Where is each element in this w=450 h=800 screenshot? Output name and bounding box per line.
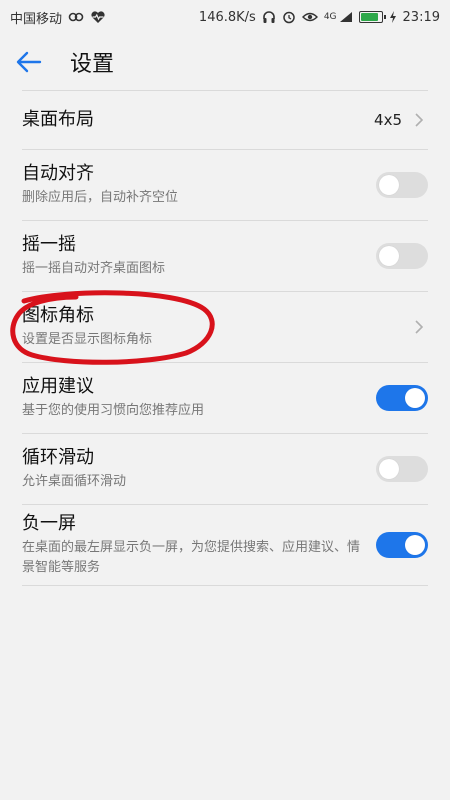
setting-texts: 循环滑动 允许桌面循环滑动: [22, 446, 126, 492]
toggle-knob: [405, 388, 425, 408]
toggle-knob: [379, 459, 399, 479]
setting-subtitle: 允许桌面循环滑动: [22, 474, 127, 489]
auto-align-toggle[interactable]: [376, 172, 428, 198]
setting-texts: 自动对齐 删除应用后，自动补齐空位: [22, 162, 178, 208]
settings-list: 桌面布局 4x5 自动对齐 删除应用后，自动补齐空位 摇一摇 摇一摇自动对齐桌面…: [0, 90, 450, 586]
arrow-left-icon: [16, 51, 42, 73]
battery-icon: [358, 11, 386, 23]
charging-icon: [389, 11, 397, 23]
setting-auto-align[interactable]: 自动对齐 删除应用后，自动补齐空位: [0, 150, 450, 220]
setting-desktop-layout[interactable]: 桌面布局 4x5: [0, 91, 450, 149]
heart-pulse-icon: [90, 10, 106, 24]
status-bar: 中国移动 146.8K/s 4G 23:19: [0, 0, 450, 34]
setting-texts: 摇一摇 摇一摇自动对齐桌面图标: [22, 233, 165, 279]
carrier-label: 中国移动: [10, 11, 63, 27]
network-speed: 146.8K/s: [198, 9, 256, 25]
loop-scroll-toggle[interactable]: [376, 456, 428, 482]
app-bar: 设置: [0, 34, 450, 90]
chevron-right-icon: [410, 111, 428, 129]
setting-subtitle: 删除应用后，自动补齐空位: [22, 190, 179, 205]
layout-value: 4x5: [374, 111, 402, 129]
clock: 23:19: [402, 9, 440, 25]
chevron-right-icon: [410, 318, 428, 336]
setting-icon-badge[interactable]: 图标角标 设置是否显示图标角标: [0, 292, 450, 362]
minus-one-screen-toggle[interactable]: [376, 532, 428, 558]
link-icon: [68, 11, 84, 23]
eye-icon: [301, 11, 318, 23]
setting-controls: 4x5: [374, 111, 428, 129]
toggle-knob: [405, 535, 425, 555]
setting-subtitle: 在桌面的最左屏显示负一屏，为您提供搜索、应用建议、情景智能等服务: [22, 540, 361, 575]
setting-subtitle: 设置是否显示图标角标: [22, 332, 153, 347]
toggle-knob: [379, 246, 399, 266]
back-button[interactable]: [16, 40, 60, 84]
shake-toggle[interactable]: [376, 243, 428, 269]
setting-app-suggest[interactable]: 应用建议 基于您的使用习惯向您推荐应用: [0, 363, 450, 433]
setting-title: 图标角标: [22, 305, 94, 326]
setting-shake[interactable]: 摇一摇 摇一摇自动对齐桌面图标: [0, 221, 450, 291]
setting-title: 桌面布局: [22, 109, 94, 130]
app-suggest-toggle[interactable]: [376, 385, 428, 411]
status-bar-right: 146.8K/s 4G 23:19: [199, 10, 440, 25]
setting-title: 负一屏: [22, 513, 76, 534]
setting-subtitle: 摇一摇自动对齐桌面图标: [22, 261, 166, 276]
toggle-knob: [379, 175, 399, 195]
setting-texts: 图标角标 设置是否显示图标角标: [22, 304, 152, 350]
signal-icon: [339, 11, 353, 23]
setting-subtitle: 基于您的使用习惯向您推荐应用: [22, 403, 205, 418]
alarm-icon: [282, 10, 296, 24]
setting-texts: 负一屏 在桌面的最左屏显示负一屏，为您提供搜索、应用建议、情景智能等服务: [22, 512, 362, 578]
headphones-icon: [262, 10, 276, 24]
setting-texts: 应用建议 基于您的使用习惯向您推荐应用: [22, 375, 204, 421]
setting-minus-one-screen[interactable]: 负一屏 在桌面的最左屏显示负一屏，为您提供搜索、应用建议、情景智能等服务: [0, 505, 450, 585]
setting-title: 应用建议: [22, 376, 94, 397]
divider: [22, 585, 428, 586]
status-bar-left: 中国移动: [10, 8, 106, 27]
setting-title: 摇一摇: [22, 234, 76, 255]
setting-loop-scroll[interactable]: 循环滑动 允许桌面循环滑动: [0, 434, 450, 504]
page-title: 设置: [70, 52, 115, 77]
setting-title: 自动对齐: [22, 163, 94, 184]
network-type: 4G: [323, 12, 337, 22]
setting-texts: 桌面布局: [22, 108, 94, 132]
setting-title: 循环滑动: [22, 447, 94, 468]
